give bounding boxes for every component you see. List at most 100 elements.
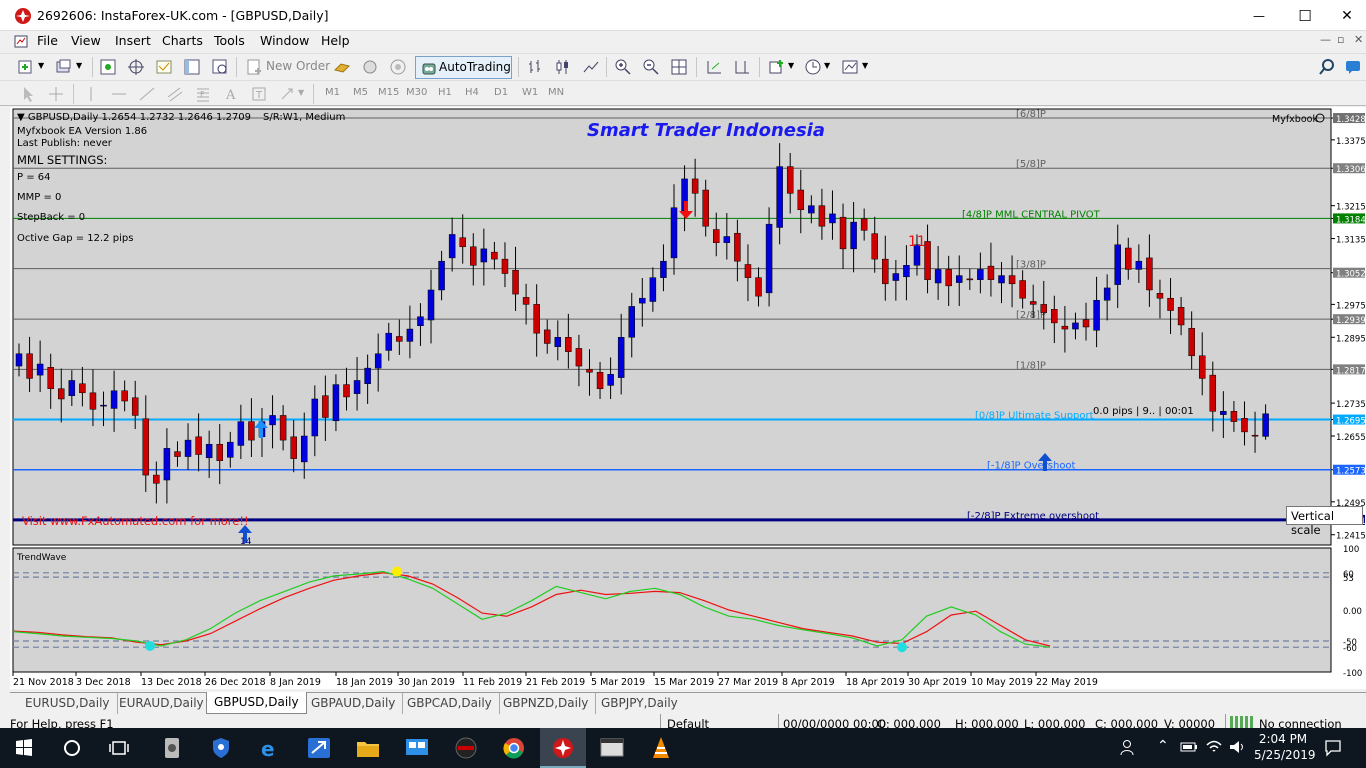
text-label-icon[interactable]: T [250, 85, 268, 103]
candle [406, 328, 414, 342]
windows-start-icon[interactable] [10, 735, 38, 761]
tab-eurusd-daily[interactable]: EURUSD,Daily [18, 693, 118, 714]
bar-chart-icon[interactable] [526, 58, 544, 76]
mt4-taskbar-button[interactable] [540, 728, 586, 768]
vlc-icon[interactable] [647, 735, 675, 761]
strategy-tester-icon[interactable] [211, 58, 229, 76]
crosshair-icon[interactable] [47, 85, 65, 103]
tab-gbpcad-daily[interactable]: GBPCAD,Daily [400, 693, 500, 714]
remote-desktop-icon[interactable] [403, 735, 431, 761]
chevron-up-icon[interactable]: ⌃ [1157, 738, 1169, 754]
profiles-icon[interactable] [55, 58, 73, 76]
horizontal-line-icon[interactable] [110, 85, 128, 103]
dropdown-arrow-icon[interactable]: ▼ [862, 61, 868, 70]
app-arrow-icon[interactable] [305, 735, 333, 761]
close-button[interactable]: ✕ [1324, 0, 1366, 31]
timeframe-m15[interactable]: M15 [378, 87, 399, 98]
notification-icon[interactable] [1324, 739, 1342, 757]
vertical-line-icon[interactable] [82, 85, 100, 103]
menu-tools[interactable]: Tools [214, 33, 245, 48]
text-tool-icon[interactable]: A [222, 85, 240, 103]
dropdown-arrow-icon[interactable]: ▼ [824, 61, 830, 70]
timeframe-m1[interactable]: M1 [325, 87, 340, 98]
dropdown-arrow-icon[interactable]: ▼ [788, 61, 794, 70]
price-panel[interactable] [12, 108, 1332, 546]
navigator-icon[interactable] [155, 58, 173, 76]
market-icon[interactable] [389, 58, 407, 76]
gold-bars-icon[interactable] [333, 58, 351, 76]
child-minimize-icon[interactable]: — [1320, 33, 1331, 46]
tab-gbpusd-daily[interactable]: GBPUSD,Daily [206, 692, 307, 714]
data-window-icon[interactable] [127, 58, 145, 76]
templates-icon[interactable] [841, 58, 859, 76]
market-watch-icon[interactable] [99, 58, 117, 76]
menu-window[interactable]: Window [260, 33, 309, 48]
timeframe-h4[interactable]: H4 [465, 87, 479, 98]
search-circle-icon[interactable] [58, 735, 86, 761]
timeframe-d1[interactable]: D1 [494, 87, 508, 98]
speaker-icon[interactable] [1228, 739, 1246, 755]
timeframe-w1[interactable]: W1 [522, 87, 538, 98]
window-app-icon[interactable] [598, 735, 626, 761]
indicator-panel[interactable] [12, 547, 1332, 673]
indicators-icon[interactable] [768, 58, 786, 76]
fibonacci-icon[interactable]: F [194, 85, 212, 103]
zoom-in-icon[interactable] [614, 58, 632, 76]
file-explorer-icon[interactable] [354, 735, 382, 761]
tile-windows-icon[interactable] [670, 58, 688, 76]
auto-scroll-icon[interactable] [705, 58, 723, 76]
periods-clock-icon[interactable] [804, 58, 822, 76]
menu-view[interactable]: View [71, 33, 101, 48]
signals-icon[interactable] [361, 58, 379, 76]
candle [142, 418, 150, 476]
status-help: For Help, press F1 [10, 717, 114, 728]
dropdown-arrow-icon[interactable]: ▼ [298, 88, 304, 97]
minimize-button[interactable]: — [1236, 0, 1282, 31]
zoom-out-icon[interactable] [642, 58, 660, 76]
menu-charts[interactable]: Charts [162, 33, 203, 48]
timeframe-h1[interactable]: H1 [438, 87, 452, 98]
channel-icon[interactable] [166, 85, 184, 103]
line-chart-icon[interactable] [582, 58, 600, 76]
chart-shift-icon[interactable] [733, 58, 751, 76]
tab-gbpnzd-daily[interactable]: GBPNZD,Daily [496, 693, 597, 714]
dropdown-arrow-icon[interactable]: ▼ [76, 61, 82, 70]
arrows-icon[interactable] [278, 85, 296, 103]
new-order-icon[interactable] [245, 58, 263, 76]
people-icon[interactable] [1118, 738, 1138, 758]
menu-file[interactable]: File [37, 33, 58, 48]
battery-icon[interactable] [1180, 741, 1198, 753]
device-app-icon[interactable] [158, 735, 186, 761]
tab-gbpjpy-daily[interactable]: GBPJPY,Daily [594, 693, 685, 714]
timeframe-m30[interactable]: M30 [406, 87, 427, 98]
search-icon[interactable] [1318, 58, 1336, 76]
tab-gbpaud-daily[interactable]: GBPAUD,Daily [304, 693, 404, 714]
edge-browser-icon[interactable]: e [256, 735, 284, 761]
task-view-icon[interactable] [105, 735, 133, 761]
menu-help[interactable]: Help [321, 33, 350, 48]
maximize-button[interactable]: ☐ [1282, 0, 1328, 31]
chrome-icon[interactable] [500, 735, 528, 761]
chart-window[interactable]: [6/8]P [5/8]P [4/8]P MML CENTRAL PIVOT [3/8… [10, 107, 1366, 689]
autotrading-button[interactable]: AutoTrading [415, 56, 512, 79]
price-scale-label: 1.3428 [1336, 115, 1366, 125]
terminal-icon[interactable] [183, 58, 201, 76]
timeframe-m5[interactable]: M5 [353, 87, 368, 98]
cursor-icon[interactable] [19, 85, 37, 103]
trendline-icon[interactable] [138, 85, 156, 103]
new-order-button[interactable]: New Order [266, 59, 330, 73]
wifi-icon[interactable] [1205, 739, 1223, 755]
tab-euraud-daily[interactable]: EURAUD,Daily [112, 693, 212, 714]
dropdown-arrow-icon[interactable]: ▼ [38, 61, 44, 70]
system-clock[interactable]: 2:04 PM 5/25/2019 [1254, 732, 1316, 762]
menu-insert[interactable]: Insert [115, 33, 151, 48]
shield-icon[interactable] [207, 735, 235, 761]
chart-canvas[interactable]: [6/8]P [5/8]P [4/8]P MML CENTRAL PIVOT [3/8… [10, 107, 1366, 689]
timeframe-mn[interactable]: MN [548, 87, 564, 98]
child-close-icon[interactable]: ✕ [1354, 33, 1363, 46]
child-restore-icon[interactable]: ▫ [1337, 33, 1344, 46]
new-chart-icon[interactable] [17, 58, 35, 76]
candlesticks-icon[interactable] [554, 58, 572, 76]
chat-icon[interactable] [1344, 58, 1362, 76]
media-app-icon[interactable] [452, 735, 480, 761]
